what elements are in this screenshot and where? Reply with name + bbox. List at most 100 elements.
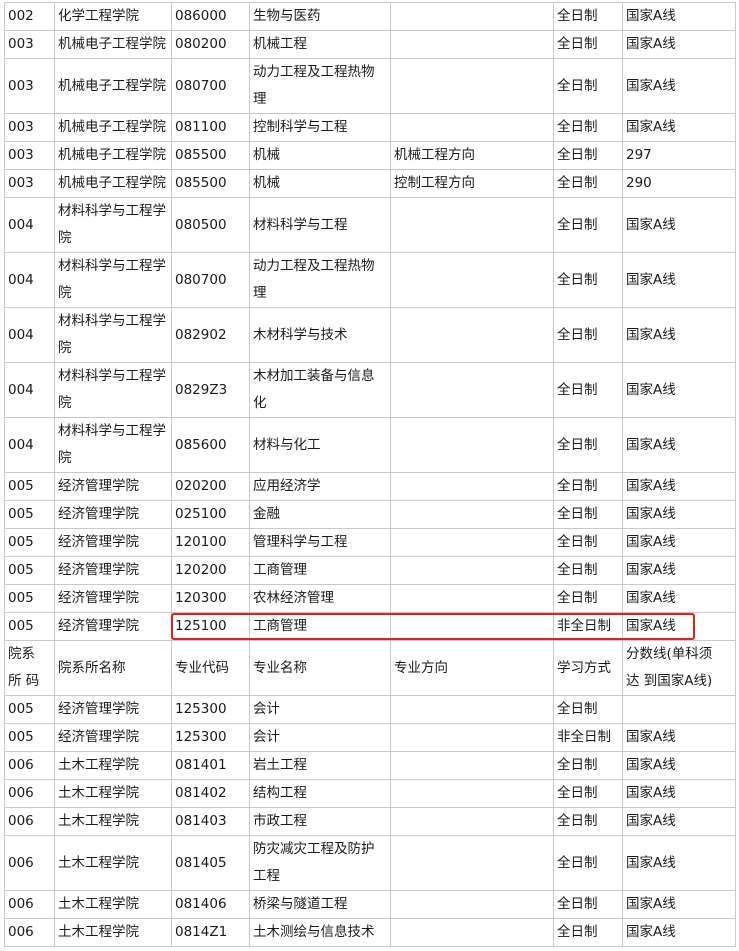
major-name-cell: 工商管理: [249, 612, 391, 641]
major-direction-cell: [390, 918, 554, 947]
dept-name-cell: 土木工程学院: [54, 890, 172, 919]
study-mode-cell: 全日制: [553, 2, 623, 31]
score-line-cell: 国家A线: [622, 751, 736, 780]
dept-name-cell: 机械电子工程学院: [54, 58, 172, 114]
dept-name-cell: 土木工程学院: [54, 918, 172, 947]
major-code-cell: 081406: [171, 890, 250, 919]
study-mode-cell: 全日制: [553, 500, 623, 529]
dept-name-cell: 机械电子工程学院: [54, 169, 172, 198]
dept-code-cell: 005: [4, 612, 55, 641]
major-code-cell: 081402: [171, 779, 250, 808]
major-direction-cell: [390, 807, 554, 836]
dept-code-cell: 004: [4, 252, 55, 308]
major-name-cell: 管理科学与工程: [249, 528, 391, 557]
study-mode-cell: 全日制: [553, 362, 623, 418]
major-code-cell: 专业代码: [171, 640, 250, 696]
table-row: 003 机械电子工程学院 081100 控制科学与工程 全日制 国家A线: [4, 113, 736, 142]
major-direction-cell: [390, 252, 554, 308]
header-row: 院系 所 码院系所名称 专业代码 专业名称 专业方向 学习方式 分数线(单科须 达 到国家…: [4, 640, 736, 696]
dept-code-cell: 003: [4, 169, 55, 198]
major-name-cell: 应用经济学: [249, 472, 391, 501]
major-code-cell: 080700: [171, 252, 250, 308]
score-line-cell: 国家A线: [622, 417, 736, 473]
study-mode-cell: 全日制: [553, 695, 623, 724]
study-mode-cell: 全日制: [553, 807, 623, 836]
score-line-cell: 297: [622, 141, 736, 170]
major-direction-cell: [390, 58, 554, 114]
study-mode-cell: 全日制: [553, 779, 623, 808]
major-code-cell: 0829Z3: [171, 362, 250, 418]
dept-name-cell: 经济管理学院: [54, 472, 172, 501]
dept-code-cell: 004: [4, 362, 55, 418]
major-code-cell: 085500: [171, 169, 250, 198]
major-direction-cell: [390, 472, 554, 501]
dept-name-cell: 机械电子工程学院: [54, 30, 172, 59]
dept-code-cell: 004: [4, 417, 55, 473]
major-name-cell: 生物与医药: [249, 2, 391, 31]
study-mode-cell: 全日制: [553, 58, 623, 114]
major-code-cell: 081405: [171, 835, 250, 891]
major-direction-cell: [390, 695, 554, 724]
major-code-cell: 125300: [171, 723, 250, 752]
study-mode-cell: 全日制: [553, 113, 623, 142]
major-name-cell: 机械: [249, 141, 391, 170]
score-line-cell: 分数线(单科须 达 到国家A线): [622, 640, 736, 696]
score-line-cell: 国家A线: [622, 58, 736, 114]
major-name-cell: 土木测绘与信息技术: [249, 918, 391, 947]
score-line-cell: 国家A线: [622, 472, 736, 501]
score-line-cell: 国家A线: [622, 362, 736, 418]
dept-code-cell: 003: [4, 58, 55, 114]
major-code-cell: 085500: [171, 141, 250, 170]
major-code-cell: 086000: [171, 2, 250, 31]
major-direction-cell: [390, 113, 554, 142]
study-mode-cell: 全日制: [553, 472, 623, 501]
major-direction-cell: [390, 417, 554, 473]
major-name-cell: 市政工程: [249, 807, 391, 836]
major-name-cell: 结构工程: [249, 779, 391, 808]
major-direction-cell: 机械工程方向: [390, 141, 554, 170]
major-code-cell: 080200: [171, 30, 250, 59]
study-mode-cell: 学习方式: [553, 640, 623, 696]
study-mode-cell: 全日制: [553, 556, 623, 585]
major-direction-cell: [390, 723, 554, 752]
study-mode-cell: 全日制: [553, 169, 623, 198]
dept-code-cell: 003: [4, 30, 55, 59]
dept-name-cell: 材料科学与工程学 院: [54, 362, 172, 418]
table-row: 006 土木工程学院 081403 市政工程 全日制 国家A线: [4, 807, 736, 836]
dept-name-cell: 材料科学与工程学 院: [54, 307, 172, 363]
major-name-cell: 会计: [249, 695, 391, 724]
major-direction-cell: [390, 890, 554, 919]
major-code-cell: 081401: [171, 751, 250, 780]
score-line-cell: 国家A线: [622, 252, 736, 308]
major-name-cell: 防灾减灾工程及防护 工程: [249, 835, 391, 891]
major-name-cell: 金融: [249, 500, 391, 529]
major-name-cell: 机械工程: [249, 30, 391, 59]
dept-code-cell: 006: [4, 779, 55, 808]
table-row: 003 机械电子工程学院 085500 机械 控制工程方向 全日制 290: [4, 169, 736, 198]
dept-name-cell: 经济管理学院: [54, 584, 172, 613]
score-line-cell: 290: [622, 169, 736, 198]
dept-code-cell: 004: [4, 197, 55, 253]
dept-code-cell: 003: [4, 113, 55, 142]
major-name-cell: 会计: [249, 723, 391, 752]
score-line-cell: 国家A线: [622, 113, 736, 142]
score-line-cell: 国家A线: [622, 612, 736, 641]
major-name-cell: 木材科学与技术: [249, 307, 391, 363]
major-direction-cell: [390, 835, 554, 891]
study-mode-cell: 全日制: [553, 584, 623, 613]
table-row: 004 材料科学与工程学 院 0829Z3 木材加工装备与信息 化 全日制 国家A线: [4, 362, 736, 418]
score-line-cell: 国家A线: [622, 30, 736, 59]
table-row: 002 化学工程学院 086000 生物与医药 全日制 国家A线: [4, 2, 736, 31]
major-code-cell: 120300: [171, 584, 250, 613]
table-row: 006 土木工程学院 081405 防灾减灾工程及防护 工程 全日制 国家A线: [4, 835, 736, 891]
dept-name-cell: 材料科学与工程学 院: [54, 197, 172, 253]
major-name-cell: 机械: [249, 169, 391, 198]
dept-code-cell: 003: [4, 141, 55, 170]
dept-code-cell: 005: [4, 528, 55, 557]
score-line-cell: 国家A线: [622, 779, 736, 808]
major-name-cell: 木材加工装备与信息 化: [249, 362, 391, 418]
score-line-cell: 国家A线: [622, 723, 736, 752]
major-direction-cell: [390, 307, 554, 363]
major-name-cell: 岩土工程: [249, 751, 391, 780]
table-row: 006 土木工程学院 081406 桥梁与隧道工程 全日制 国家A线: [4, 890, 736, 919]
